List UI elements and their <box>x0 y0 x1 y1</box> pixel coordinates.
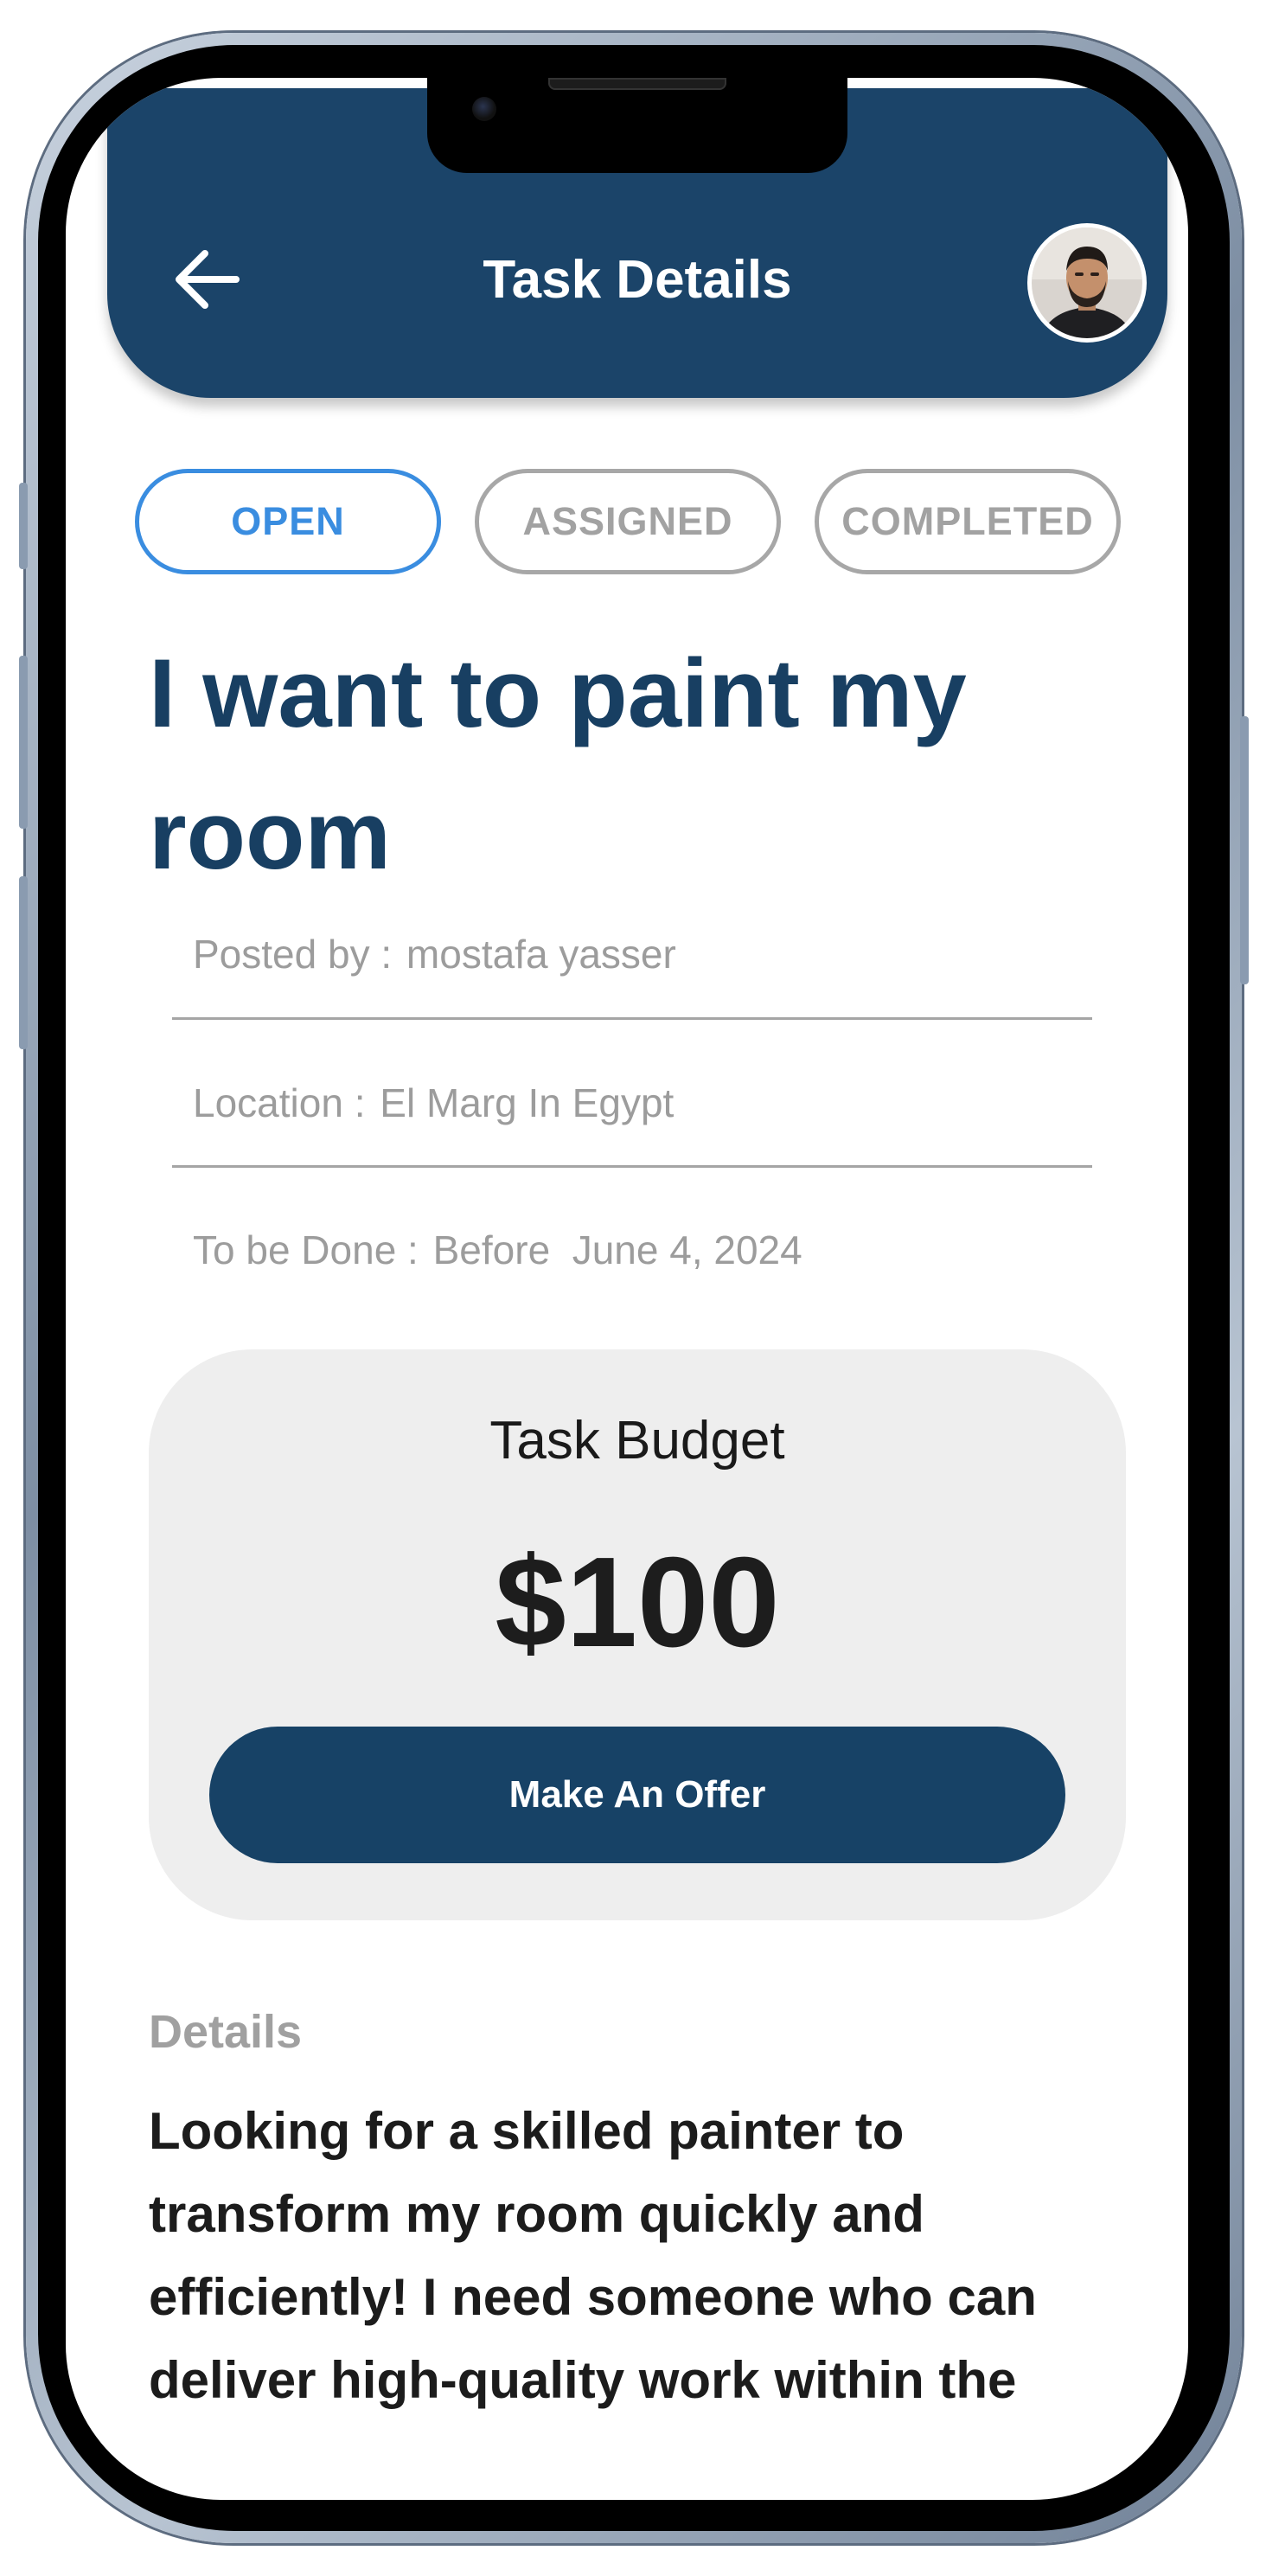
user-avatar-icon <box>1032 227 1142 338</box>
arrow-left-icon <box>176 250 240 309</box>
location-row: Location : El Marg In Egypt <box>172 1080 1092 1168</box>
back-button[interactable] <box>168 240 246 318</box>
earpiece-speaker <box>548 78 726 90</box>
tab-open[interactable]: OPEN <box>135 469 441 574</box>
budget-amount: $100 <box>495 1531 780 1674</box>
posted-by-value: mostafa yasser <box>406 932 676 977</box>
due-date-label: To be Done : <box>193 1227 419 1272</box>
task-title: I want to paint my room <box>149 639 967 889</box>
phone-notch <box>427 78 847 173</box>
posted-by-row: Posted by : mostafa yasser <box>172 931 1092 1020</box>
front-camera <box>472 97 496 121</box>
budget-card: Task Budget $100 Make An Offer <box>149 1349 1126 1920</box>
silent-switch <box>19 483 28 569</box>
due-date-row: To be Done : Before June 4, 2024 <box>172 1227 1092 1296</box>
power-button <box>1240 716 1249 984</box>
tab-assigned[interactable]: ASSIGNED <box>475 469 781 574</box>
status-tabs: OPEN ASSIGNED COMPLETED <box>135 469 1121 578</box>
location-value: El Marg In Egypt <box>380 1080 675 1125</box>
posted-by-label: Posted by : <box>193 932 393 977</box>
volume-down-button <box>19 876 28 1049</box>
details-label: Details <box>149 2006 303 2058</box>
avatar[interactable] <box>1027 223 1147 343</box>
details-text: Looking for a skilled painter to transfo… <box>149 2102 1037 2409</box>
make-offer-button[interactable]: Make An Offer <box>209 1727 1065 1863</box>
budget-label: Task Budget <box>489 1411 785 1471</box>
due-date-value: Before June 4, 2024 <box>432 1227 802 1272</box>
app-screen: Task Details OPEN ASSIGNED COMPLETED I w… <box>66 78 1188 2500</box>
tab-completed[interactable]: COMPLETED <box>815 469 1121 574</box>
volume-up-button <box>19 656 28 829</box>
location-label: Location : <box>193 1080 366 1125</box>
page-title: Task Details <box>483 250 792 310</box>
